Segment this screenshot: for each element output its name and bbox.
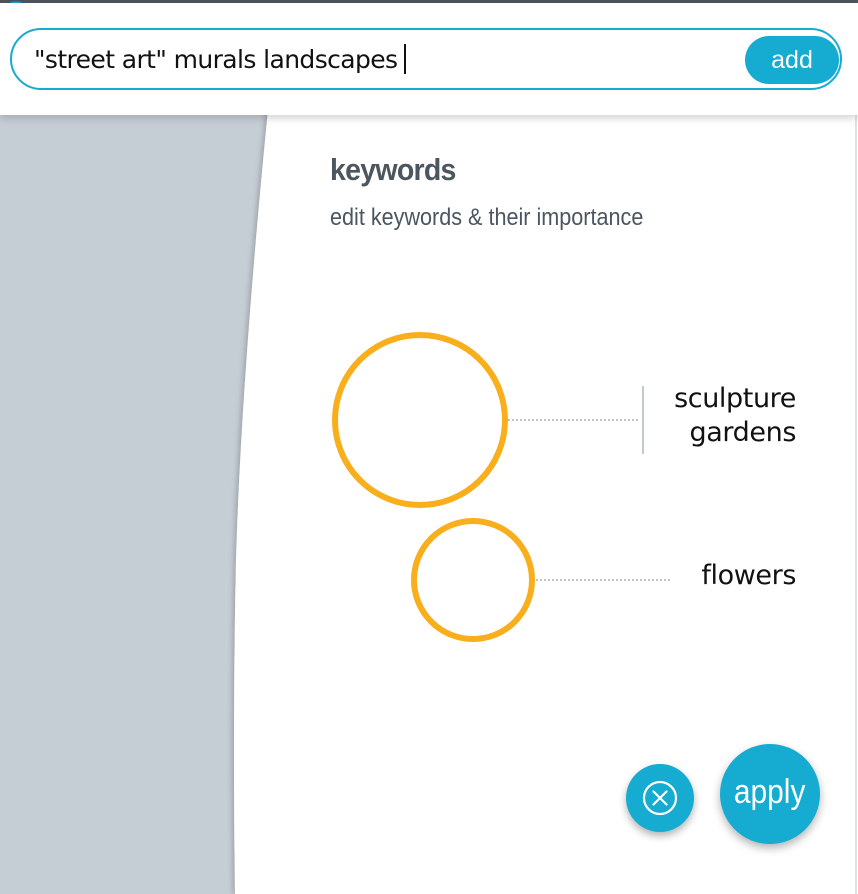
apply-button[interactable]: apply <box>720 744 820 844</box>
keywords-panel: keywords edit keywords & their importanc… <box>0 0 858 894</box>
search-input[interactable] <box>34 42 734 76</box>
search-bar: add <box>0 3 858 115</box>
panel-title: keywords <box>330 152 456 187</box>
search-field[interactable]: add <box>10 28 842 90</box>
keyword-label-line2: gardens <box>689 417 797 448</box>
add-button[interactable]: add <box>745 36 839 84</box>
clear-button[interactable] <box>626 764 694 832</box>
keyword-label-line1: sculpture <box>674 383 796 414</box>
text-caret <box>404 44 406 74</box>
apply-label: apply <box>734 773 806 811</box>
keyword-label: flowers <box>701 560 796 591</box>
clear-circle-x-icon <box>642 780 678 816</box>
panel-subtitle: edit keywords & their importance <box>330 204 644 231</box>
